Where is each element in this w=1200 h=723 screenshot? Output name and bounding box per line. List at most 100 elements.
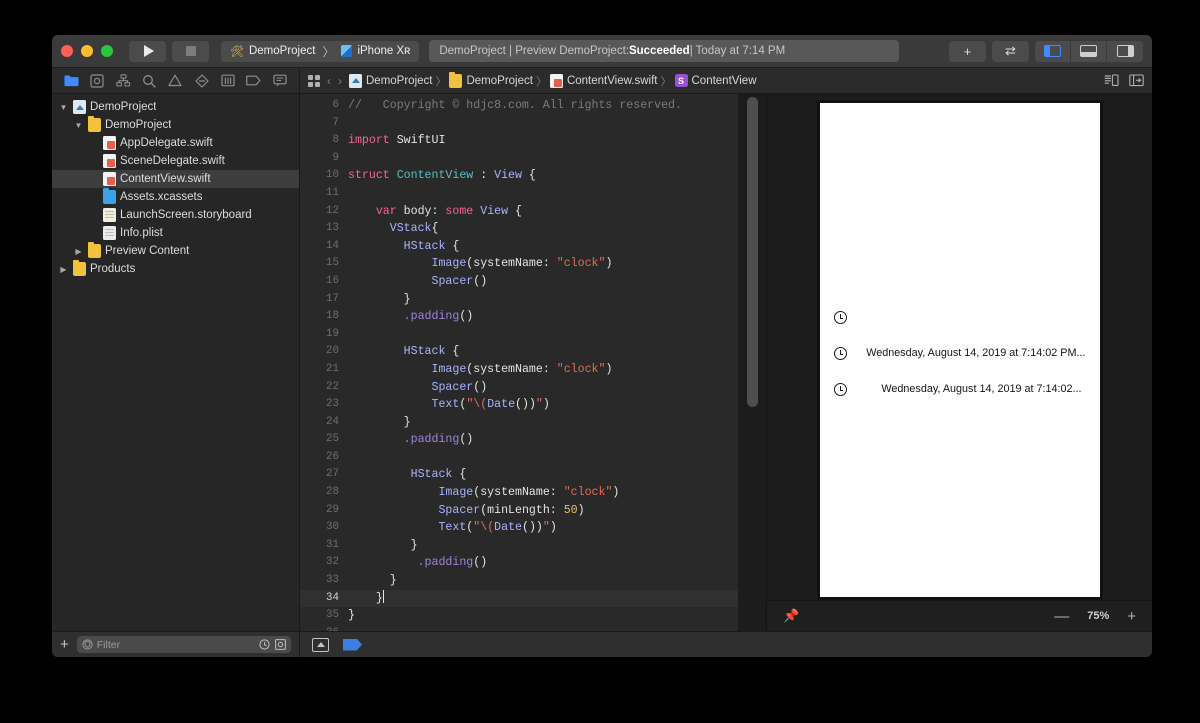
test-navigator-icon[interactable] [192,72,212,90]
filter-input[interactable]: Filter [76,636,291,653]
code-line[interactable]: 29 Spacer(minLength: 50) [300,502,738,520]
storyboard-icon [103,208,116,222]
debug-pane-toggle[interactable] [1071,40,1107,62]
plist-icon [103,226,116,240]
code-line[interactable]: 19 [300,326,738,344]
code-line[interactable]: 11 [300,185,738,203]
related-items-icon[interactable] [308,74,320,87]
breakpoints-toggle-icon[interactable] [343,638,362,651]
code-line[interactable]: 16 Spacer() [300,273,738,291]
code-line[interactable]: 21 Image(systemName: "clock") [300,361,738,379]
file-tree-row[interactable]: ContentView.swift [52,170,299,188]
code-line[interactable]: 36 [300,625,738,631]
file-tree-row[interactable]: ▶ Products [52,260,299,278]
folder-icon [88,116,101,132]
stop-button[interactable] [172,40,209,62]
minimap-icon[interactable] [1104,74,1119,87]
file-tree-row[interactable]: ▼ DemoProject [52,116,299,134]
disclosure-triangle[interactable]: ▼ [58,103,69,112]
code-line[interactable]: 35} [300,607,738,625]
code-line[interactable]: 34 } [300,589,738,608]
breadcrumb-item[interactable]: S ContentView [674,74,757,87]
run-button[interactable] [129,40,166,62]
swap-editor-button[interactable]: ⇄ [992,40,1029,62]
file-tree-row[interactable]: SceneDelegate.swift [52,152,299,170]
recent-clock-icon[interactable] [259,639,270,650]
code-line[interactable]: 7 [300,115,738,133]
code-line[interactable]: 20 HStack { [300,343,738,361]
breadcrumb-item[interactable]: ContentView.swift [549,73,658,88]
code-line[interactable]: 8 import SwiftUI [300,132,738,150]
navigator-pane-toggle[interactable] [1035,40,1071,62]
code-line[interactable]: 15 Image(systemName: "clock") [300,255,738,273]
file-tree-row[interactable]: Assets.xcassets [52,188,299,206]
code-line[interactable]: 9 [300,150,738,168]
line-number: 19 [326,327,339,340]
code-line[interactable]: 26 [300,449,738,467]
code-line[interactable]: 14 HStack { [300,238,738,256]
inspector-pane-toggle[interactable] [1107,41,1143,62]
add-editor-button[interactable]: + [949,40,986,62]
scheme-selector[interactable]: 🛠 DemoProject 〉 iPhone Xʀ [221,40,420,62]
find-navigator-icon[interactable] [139,72,159,90]
zoom-window-button[interactable] [101,45,113,57]
project-navigator-icon[interactable] [61,72,81,90]
disclosure-triangle[interactable]: ▶ [73,247,84,256]
disclosure-triangle[interactable]: ▶ [58,265,69,274]
close-window-button[interactable] [61,45,73,57]
minimize-window-button[interactable] [81,45,93,57]
scm-filter-icon[interactable] [275,639,286,650]
report-navigator-icon[interactable] [270,72,290,90]
zoom-out-button[interactable]: — [1054,609,1069,624]
source-control-navigator-icon[interactable] [87,72,107,90]
code-line[interactable]: 18 .padding() [300,308,738,326]
zoom-in-button[interactable]: + [1127,609,1136,624]
file-tree-row[interactable]: ▼ DemoProject [52,98,299,116]
code-line[interactable]: 25 .padding() [300,431,738,449]
breadcrumb[interactable]: DemoProject 〉 DemoProject 〉 ContentView.swif… [349,71,757,89]
breadcrumb-item[interactable]: DemoProject [349,73,432,88]
code-line[interactable]: 33 } [300,572,738,590]
code-line[interactable]: 23 Text("\(Date())") [300,396,738,414]
code-line[interactable]: 24 } [300,414,738,432]
code-line[interactable]: 12 var body: some View { [300,203,738,221]
debug-navigator-icon[interactable] [218,72,238,90]
editor-options-icon[interactable] [1129,74,1144,87]
file-tree-row[interactable]: ▶ Preview Content [52,242,299,260]
pin-icon[interactable]: 📌 [783,608,799,624]
activity-status-bar[interactable]: DemoProject | Preview DemoProject: Succe… [429,40,900,62]
show-debug-area-icon[interactable] [312,637,329,652]
code-line[interactable]: 28 Image(systemName: "clock") [300,484,738,502]
code-line[interactable]: 17 } [300,291,738,309]
code-line[interactable]: 22 Spacer() [300,379,738,397]
code-line[interactable]: 27 HStack { [300,466,738,484]
line-number: 29 [326,503,339,516]
code-line[interactable]: 31 } [300,537,738,555]
navigate-back-button[interactable]: ‹ [327,74,331,88]
line-number: 22 [326,380,339,393]
code-line[interactable]: 32 .padding() [300,554,738,572]
source-code-editor[interactable]: 6 // Copyright © hdjc8.com. All rights re… [300,94,738,631]
code-line[interactable]: 30 Text("\(Date())") [300,519,738,537]
code-line[interactable]: 10 struct ContentView : View { [300,167,738,185]
navigate-forward-button[interactable]: › [338,74,342,88]
editor-vertical-scrollbar[interactable] [746,97,758,407]
file-tree-row[interactable]: AppDelegate.swift [52,134,299,152]
xcode-window: 🛠 DemoProject 〉 iPhone Xʀ DemoProject | … [52,35,1152,657]
breadcrumb-separator: 〉 [535,75,547,88]
breadcrumb-item[interactable]: DemoProject [449,71,533,88]
code-line[interactable]: 13 VStack{ [300,220,738,238]
file-tree-row[interactable]: LaunchScreen.storyboard [52,206,299,224]
debug-bar [300,631,1152,657]
project-file-tree[interactable]: ▼ DemoProject ▼ DemoProject AppDelegate.swif… [52,94,299,631]
device-preview[interactable]: Wednesday, August 14, 2019 at 7:14:02 PM… [816,100,1103,600]
issue-navigator-icon[interactable] [165,72,185,90]
code-line[interactable]: 6 // Copyright © hdjc8.com. All rights re… [300,97,738,115]
breakpoint-navigator-icon[interactable] [244,72,264,90]
line-number: 10 [326,169,339,182]
canvas-area[interactable]: Wednesday, August 14, 2019 at 7:14:02 PM… [767,94,1152,600]
disclosure-triangle[interactable]: ▼ [73,121,84,130]
symbol-navigator-icon[interactable] [113,72,133,90]
file-tree-row[interactable]: Info.plist [52,224,299,242]
add-file-button[interactable]: + [60,637,69,652]
